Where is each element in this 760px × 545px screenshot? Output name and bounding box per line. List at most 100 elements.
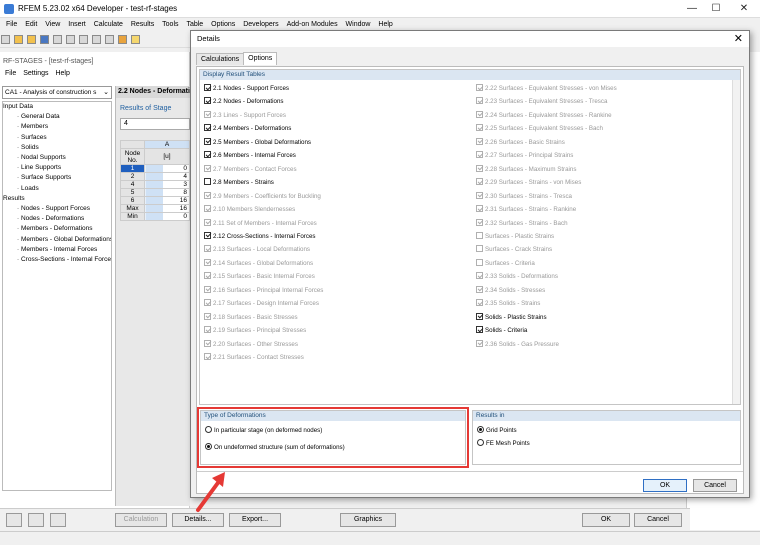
- table-row[interactable]: 24: [120, 172, 190, 181]
- radio-undeformed-structure[interactable]: On undeformed structure (sum of deformat…: [205, 443, 345, 452]
- rf-menu-help[interactable]: Help: [55, 70, 69, 77]
- tree-item[interactable]: General Data: [3, 112, 111, 122]
- tree-group[interactable]: Results: [3, 194, 111, 204]
- dialog-cancel-button[interactable]: Cancel: [693, 479, 737, 492]
- table-row[interactable]: 10: [120, 164, 190, 173]
- calculation-button[interactable]: Calculation: [115, 513, 167, 527]
- checkbox-indicator[interactable]: [204, 231, 211, 239]
- undo-icon[interactable]: [91, 35, 101, 44]
- menu-edit[interactable]: Edit: [25, 18, 37, 32]
- radio-grid-points[interactable]: Grid Points: [477, 426, 517, 435]
- radio-fe-mesh-points-indicator[interactable]: [477, 439, 484, 446]
- tree-item[interactable]: Nodes - Support Forces: [3, 204, 111, 214]
- table-row[interactable]: Max 16: [120, 204, 190, 213]
- table-row[interactable]: 58: [120, 188, 190, 197]
- checkbox-label: Surfaces - Criteria: [485, 259, 535, 267]
- menu-tools[interactable]: Tools: [162, 18, 178, 32]
- tree-item[interactable]: Nodes - Deformations: [3, 214, 111, 224]
- help-icon[interactable]: [6, 513, 22, 527]
- tree-item[interactable]: Surface Supports: [3, 173, 111, 183]
- settings-icon[interactable]: [50, 513, 66, 527]
- tab-calculations[interactable]: Calculations: [196, 53, 245, 65]
- export-button[interactable]: Export...: [229, 513, 281, 527]
- table-row[interactable]: Min 0: [120, 212, 190, 221]
- rf-cancel-button[interactable]: Cancel: [634, 513, 682, 527]
- tree-item[interactable]: Line Supports: [3, 163, 111, 173]
- redo-icon[interactable]: [104, 35, 114, 44]
- checkbox-indicator[interactable]: [204, 151, 211, 159]
- tree-item[interactable]: Cross-Sections - Internal Force: [3, 255, 111, 265]
- tree-group[interactable]: Input Data: [3, 102, 111, 112]
- table-row[interactable]: 6 16: [120, 196, 190, 205]
- tree-item[interactable]: Members: [3, 122, 111, 132]
- search-icon[interactable]: [130, 35, 140, 44]
- result-table-checkbox[interactable]: 2.5 Members - Global Deformations: [204, 137, 311, 147]
- table-icon[interactable]: [65, 35, 75, 44]
- row-node-no: 5: [120, 188, 145, 197]
- tree-item[interactable]: Members - Internal Forces: [3, 245, 111, 255]
- checkbox-indicator[interactable]: [476, 312, 483, 320]
- menu-results[interactable]: Results: [131, 18, 154, 32]
- result-table-checkbox[interactable]: 2.1 Nodes - Support Forces: [204, 84, 289, 93]
- checkbox-label: 2.20 Surfaces - Other Stresses: [213, 340, 298, 348]
- result-table-checkbox[interactable]: Solids - Criteria: [476, 326, 527, 335]
- checkbox-indicator: [476, 258, 483, 266]
- checkbox-indicator: [204, 110, 211, 118]
- graphics-button[interactable]: Graphics: [340, 513, 396, 527]
- result-table-checkbox[interactable]: 2.2 Nodes - Deformations: [204, 97, 284, 106]
- tree-item[interactable]: Solids: [3, 143, 111, 153]
- result-table-checkbox[interactable]: 2.6 Members - Internal Forces: [204, 151, 296, 160]
- checkbox-indicator[interactable]: [204, 137, 211, 145]
- rf-menu-settings[interactable]: Settings: [23, 70, 48, 77]
- radio-fe-mesh-points[interactable]: FE Mesh Points: [477, 439, 530, 448]
- radio-particular-stage[interactable]: In particular stage (on deformed nodes): [205, 426, 322, 435]
- new-file-icon[interactable]: [1, 35, 10, 44]
- checkbox-label: 2.9 Members - Coefficients for Buckling: [213, 192, 321, 200]
- tree-item[interactable]: Members - Deformations: [3, 224, 111, 234]
- stage-select[interactable]: 4: [120, 118, 190, 130]
- maximize-button[interactable]: ☐: [706, 2, 726, 16]
- radio-grid-points-indicator[interactable]: [477, 426, 484, 433]
- result-table-checkbox: 2.3 Lines - Support Forces: [204, 110, 286, 120]
- dialog-close-icon[interactable]: ✕: [734, 33, 743, 45]
- header-blank: [120, 140, 145, 149]
- scrollbar[interactable]: [732, 80, 740, 404]
- preview-icon[interactable]: [78, 35, 88, 44]
- close-button[interactable]: ✕: [734, 2, 754, 16]
- tab-options[interactable]: Options: [243, 52, 278, 65]
- menu-file[interactable]: File: [6, 18, 17, 32]
- open-folder-icon[interactable]: [26, 35, 36, 44]
- result-table-checkbox[interactable]: Solids - Plastic Strains: [476, 312, 547, 322]
- menu-calculate[interactable]: Calculate: [94, 18, 123, 32]
- menu-insert[interactable]: Insert: [68, 18, 86, 32]
- stage-label: Results of Stage: [120, 105, 172, 112]
- save-icon[interactable]: [39, 35, 49, 44]
- open-file-icon[interactable]: [13, 35, 23, 44]
- print-icon[interactable]: [52, 35, 62, 44]
- menu-view[interactable]: View: [45, 18, 60, 32]
- dialog-ok-button[interactable]: OK: [643, 479, 687, 492]
- pencil-icon[interactable]: [117, 35, 127, 44]
- radio-particular-stage-indicator[interactable]: [205, 426, 212, 433]
- checkbox-indicator[interactable]: [476, 326, 483, 334]
- tree-item[interactable]: Surfaces: [3, 133, 111, 143]
- units-icon[interactable]: [28, 513, 44, 527]
- result-table-checkbox[interactable]: 2.8 Members - Strains: [204, 178, 274, 187]
- tree-item[interactable]: Members - Global Deformations: [3, 235, 111, 245]
- table-row[interactable]: 43: [120, 180, 190, 189]
- radio-undeformed-structure-indicator[interactable]: [205, 443, 212, 450]
- result-table-checkbox[interactable]: 2.4 Members - Deformations: [204, 124, 291, 133]
- checkbox-indicator[interactable]: [204, 84, 211, 91]
- checkbox-indicator[interactable]: [204, 124, 211, 132]
- minimize-button[interactable]: —: [682, 2, 702, 16]
- rf-stages-title: RF-STAGES - [test-rf-stages]: [3, 58, 94, 65]
- tree-item[interactable]: Nodal Supports: [3, 153, 111, 163]
- result-table-checkbox[interactable]: 2.12 Cross-Sections - Internal Forces: [204, 231, 315, 241]
- rf-ok-button[interactable]: OK: [582, 513, 630, 527]
- rf-menu-file[interactable]: File: [5, 70, 16, 77]
- tree-item[interactable]: Loads: [3, 184, 111, 194]
- case-select[interactable]: CA1 - Analysis of construction s ⌄: [2, 86, 112, 99]
- checkbox-indicator[interactable]: [204, 97, 211, 105]
- details-button[interactable]: Details...: [172, 513, 224, 527]
- checkbox-indicator[interactable]: [204, 178, 211, 186]
